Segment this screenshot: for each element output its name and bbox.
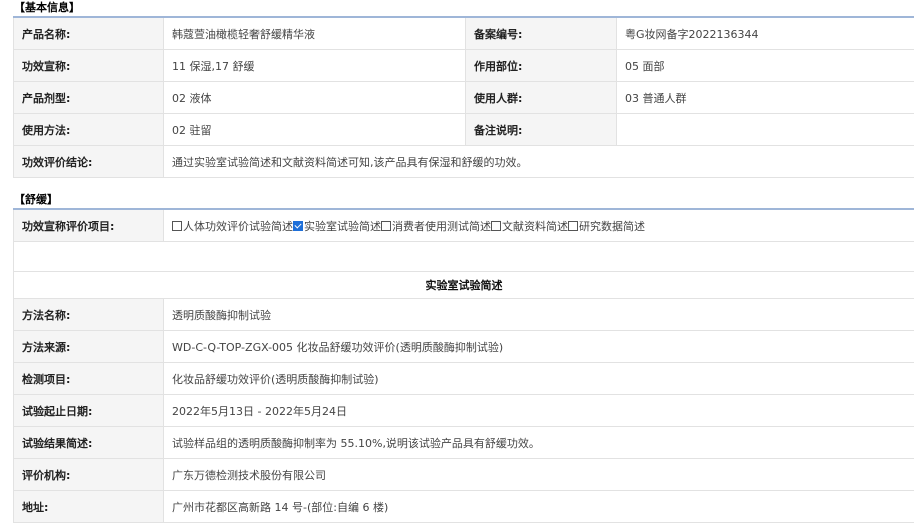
- section-title-soothing: 【舒缓】: [0, 192, 914, 208]
- usage-method-label: 使用方法:: [14, 114, 164, 146]
- test-dates-value: 2022年5月13日 - 2022年5月24日: [164, 395, 914, 427]
- table-row: 功效宣称: 11 保湿,17 舒缓 作用部位: 05 面部: [14, 50, 914, 82]
- address-value: 广州市花都区高新路 14 号-(部位:自编 6 楼): [164, 491, 914, 523]
- record-number-value: 粤G妆网备字2022136344: [617, 17, 914, 50]
- product-name-label: 产品名称:: [14, 17, 164, 50]
- table-row: 地址: 广州市花都区高新路 14 号-(部位:自编 6 楼): [14, 491, 914, 523]
- efficacy-claim-label: 功效宣称:: [14, 50, 164, 82]
- conclusion-label: 功效评价结论:: [14, 146, 164, 178]
- table-row: 试验起止日期: 2022年5月13日 - 2022年5月24日: [14, 395, 914, 427]
- remarks-value: [617, 114, 914, 146]
- test-result-value: 试验样品组的透明质酸酶抑制率为 55.10%,说明该试验产品具有舒缓功效。: [164, 427, 914, 459]
- checkbox-label: 文献资料简述: [502, 220, 568, 233]
- conclusion-value: 通过实验室试验简述和文献资料简述可知,该产品具有保湿和舒缓的功效。: [164, 146, 914, 178]
- usage-method-value: 02 驻留: [164, 114, 466, 146]
- checkbox-label: 实验室试验简述: [304, 220, 381, 233]
- evaluation-items-value: 人体功效评价试验简述实验室试验简述消费者使用测试简述文献资料简述研究数据简述: [164, 209, 914, 242]
- checkbox-human-test[interactable]: [172, 221, 182, 231]
- table-row: 方法来源: WD-C-Q-TOP-ZGX-005 化妆品舒缓功效评价(透明质酸酶…: [14, 331, 914, 363]
- evaluation-items-label: 功效宣称评价项目:: [14, 209, 164, 242]
- efficacy-claim-value: 11 保湿,17 舒缓: [164, 50, 466, 82]
- soothing-table: 功效宣称评价项目: 人体功效评价试验简述实验室试验简述消费者使用测试简述文献资料…: [13, 208, 914, 523]
- method-source-value: WD-C-Q-TOP-ZGX-005 化妆品舒缓功效评价(透明质酸酶抑制试验): [164, 331, 914, 363]
- dosage-form-label: 产品剂型:: [14, 82, 164, 114]
- evaluation-agency-value: 广东万德检测技术股份有限公司: [164, 459, 914, 491]
- table-row: 评价机构: 广东万德检测技术股份有限公司: [14, 459, 914, 491]
- table-row: 功效宣称评价项目: 人体功效评价试验简述实验室试验简述消费者使用测试简述文献资料…: [14, 209, 914, 242]
- basic-info-table: 产品名称: 韩蔻萱油橄榄轻奢舒缓精华液 备案编号: 粤G妆网备字20221363…: [13, 16, 914, 178]
- table-row: 使用方法: 02 驻留 备注说明:: [14, 114, 914, 146]
- application-area-value: 05 面部: [617, 50, 914, 82]
- checkbox-research-data[interactable]: [568, 221, 578, 231]
- application-area-label: 作用部位:: [466, 50, 617, 82]
- table-row: 实验室试验简述: [14, 272, 914, 299]
- checkbox-label: 人体功效评价试验简述: [183, 220, 293, 233]
- table-row: 产品剂型: 02 液体 使用人群: 03 普通人群: [14, 82, 914, 114]
- checkbox-literature[interactable]: [491, 221, 501, 231]
- address-label: 地址:: [14, 491, 164, 523]
- test-item-value: 化妆品舒缓功效评价(透明质酸酶抑制试验): [164, 363, 914, 395]
- lab-test-subheading: 实验室试验简述: [14, 272, 914, 299]
- test-dates-label: 试验起止日期:: [14, 395, 164, 427]
- test-item-label: 检测项目:: [14, 363, 164, 395]
- checkbox-consumer-test[interactable]: [381, 221, 391, 231]
- table-row: 试验结果简述: 试验样品组的透明质酸酶抑制率为 55.10%,说明该试验产品具有…: [14, 427, 914, 459]
- table-row: 方法名称: 透明质酸酶抑制试验: [14, 299, 914, 331]
- checkbox-label: 研究数据简述: [579, 220, 645, 233]
- section-title-basic-info: 【基本信息】: [0, 0, 914, 16]
- record-number-label: 备案编号:: [466, 17, 617, 50]
- table-row: 功效评价结论: 通过实验室试验简述和文献资料简述可知,该产品具有保湿和舒缓的功效…: [14, 146, 914, 178]
- method-name-value: 透明质酸酶抑制试验: [164, 299, 914, 331]
- target-users-label: 使用人群:: [466, 82, 617, 114]
- product-name-value: 韩蔻萱油橄榄轻奢舒缓精华液: [164, 17, 466, 50]
- evaluation-agency-label: 评价机构:: [14, 459, 164, 491]
- remarks-label: 备注说明:: [466, 114, 617, 146]
- test-result-label: 试验结果简述:: [14, 427, 164, 459]
- method-source-label: 方法来源:: [14, 331, 164, 363]
- table-row: 检测项目: 化妆品舒缓功效评价(透明质酸酶抑制试验): [14, 363, 914, 395]
- table-row: [14, 242, 914, 272]
- table-row: 产品名称: 韩蔻萱油橄榄轻奢舒缓精华液 备案编号: 粤G妆网备字20221363…: [14, 17, 914, 50]
- checkbox-label: 消费者使用测试简述: [392, 220, 491, 233]
- method-name-label: 方法名称:: [14, 299, 164, 331]
- checkbox-lab-test[interactable]: [293, 221, 303, 231]
- target-users-value: 03 普通人群: [617, 82, 914, 114]
- dosage-form-value: 02 液体: [164, 82, 466, 114]
